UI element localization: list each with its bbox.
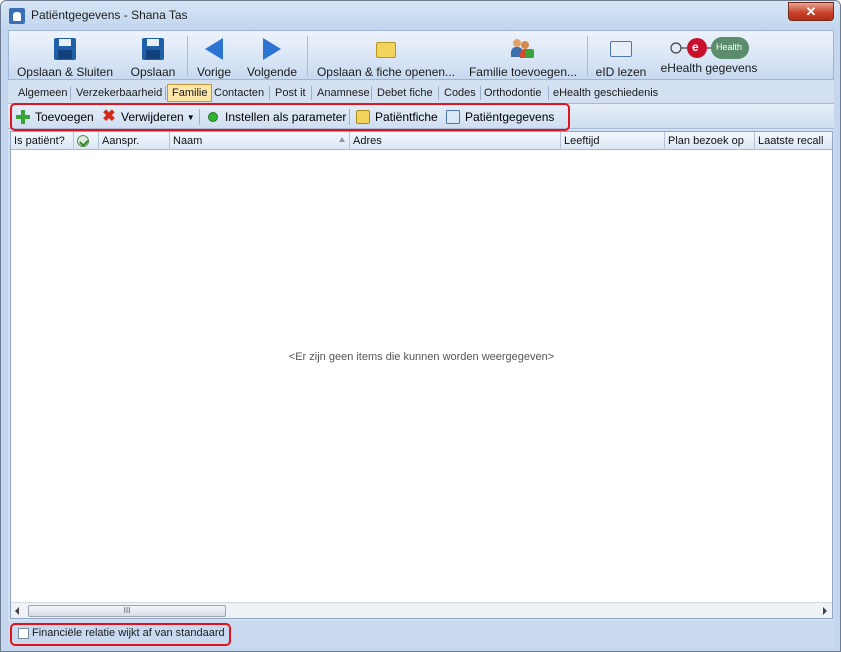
eid-card-icon [609,37,633,61]
sort-ascending-icon [339,137,345,142]
read-eid-label: eID lezen [595,65,647,79]
check-circle-icon [77,135,89,147]
grid-header: Is patiënt? Aanspr. Naam Adres Leeftijd … [11,132,832,150]
add-family-label: Familie toevoegen... [468,65,578,79]
previous-button[interactable]: Vorige [193,31,235,81]
scroll-right-icon[interactable] [823,607,827,615]
add-family-button[interactable]: Familie toevoegen... [467,31,579,81]
tab-codes[interactable]: Codes [440,84,480,102]
save-label: Opslaan [130,65,176,79]
window-title: Patiëntgegevens - Shana Tas [31,8,188,22]
arrow-left-icon [202,37,226,61]
app-window: Patiëntgegevens - Shana Tas ✕ Opslaan & … [0,0,841,652]
tab-post-it[interactable]: Post it [271,84,310,102]
client-area: Opslaan & Sluiten Opslaan Vorige Volgend… [8,30,834,647]
scroll-left-icon[interactable] [15,607,19,615]
save-button[interactable]: Opslaan [127,31,179,81]
empty-grid-message: <Er zijn geen items die kunnen worden we… [288,351,555,363]
family-grid: Is patiënt? Aanspr. Naam Adres Leeftijd … [10,131,833,619]
ehealth-data-button[interactable]: e Health eHealth gegevens [657,31,761,81]
toolbar-separator [187,36,188,76]
save-close-button[interactable]: Opslaan & Sluiten [15,31,115,81]
toolbar-separator [307,36,308,76]
card-folder-icon [374,37,398,61]
tab-debet-fiche[interactable]: Debet fiche [373,84,437,102]
tab-anamnese[interactable]: Anamnese [313,84,374,102]
tab-familie[interactable]: Familie [167,84,213,102]
col-naam[interactable]: Naam [170,132,350,150]
next-label: Volgende [246,65,298,79]
ehealth-logo-text: Health [716,42,743,52]
previous-label: Vorige [196,65,232,79]
save-close-label: Opslaan & Sluiten [16,65,114,79]
ehealth-logo-icon: e Health [667,35,751,61]
col-plan-bezoek[interactable]: Plan bezoek op [665,132,755,150]
ehealth-data-label: eHealth gegevens [660,61,758,75]
col-check-status[interactable] [74,132,99,150]
floppy-icon [53,37,77,61]
ehealth-logo-e: e [692,40,699,54]
title-bar: Patiëntgegevens - Shana Tas ✕ [1,1,840,30]
family-add-icon [511,37,535,61]
save-open-card-label: Opslaan & fiche openen... [316,65,456,79]
col-laatste-recall[interactable]: Laatste recall [755,132,832,150]
tab-orthodontie[interactable]: Orthodontie [480,84,545,102]
col-leeftijd[interactable]: Leeftijd [561,132,665,150]
main-toolbar: Opslaan & Sluiten Opslaan Vorige Volgend… [8,30,834,80]
close-button[interactable]: ✕ [788,2,834,21]
horizontal-scrollbar[interactable]: III [11,602,832,618]
tab-ehealth-geschiedenis[interactable]: eHealth geschiedenis [549,84,662,102]
scroll-thumb[interactable]: III [28,605,226,617]
floppy-icon [141,37,165,61]
tooth-app-icon [9,8,25,24]
tab-contacten[interactable]: Contacten [210,84,268,102]
toolbar-separator [587,36,588,76]
tab-algemeen[interactable]: Algemeen [14,84,72,102]
read-eid-button[interactable]: eID lezen [595,31,647,81]
col-naam-label: Naam [173,135,203,147]
tab-verzekerbaarheid[interactable]: Verzekerbaarheid [72,84,166,102]
highlight-frame-footer [10,623,231,646]
col-adres[interactable]: Adres [350,132,561,150]
highlight-frame-toolbar [10,103,570,131]
arrow-right-icon [260,37,284,61]
col-is-patient[interactable]: Is patiënt? [11,132,74,150]
col-aanspr[interactable]: Aanspr. [99,132,170,150]
next-button[interactable]: Volgende [243,31,301,81]
save-open-card-button[interactable]: Opslaan & fiche openen... [315,31,457,81]
tab-strip: Algemeen Verzekerbaarheid Familie Contac… [8,82,834,102]
